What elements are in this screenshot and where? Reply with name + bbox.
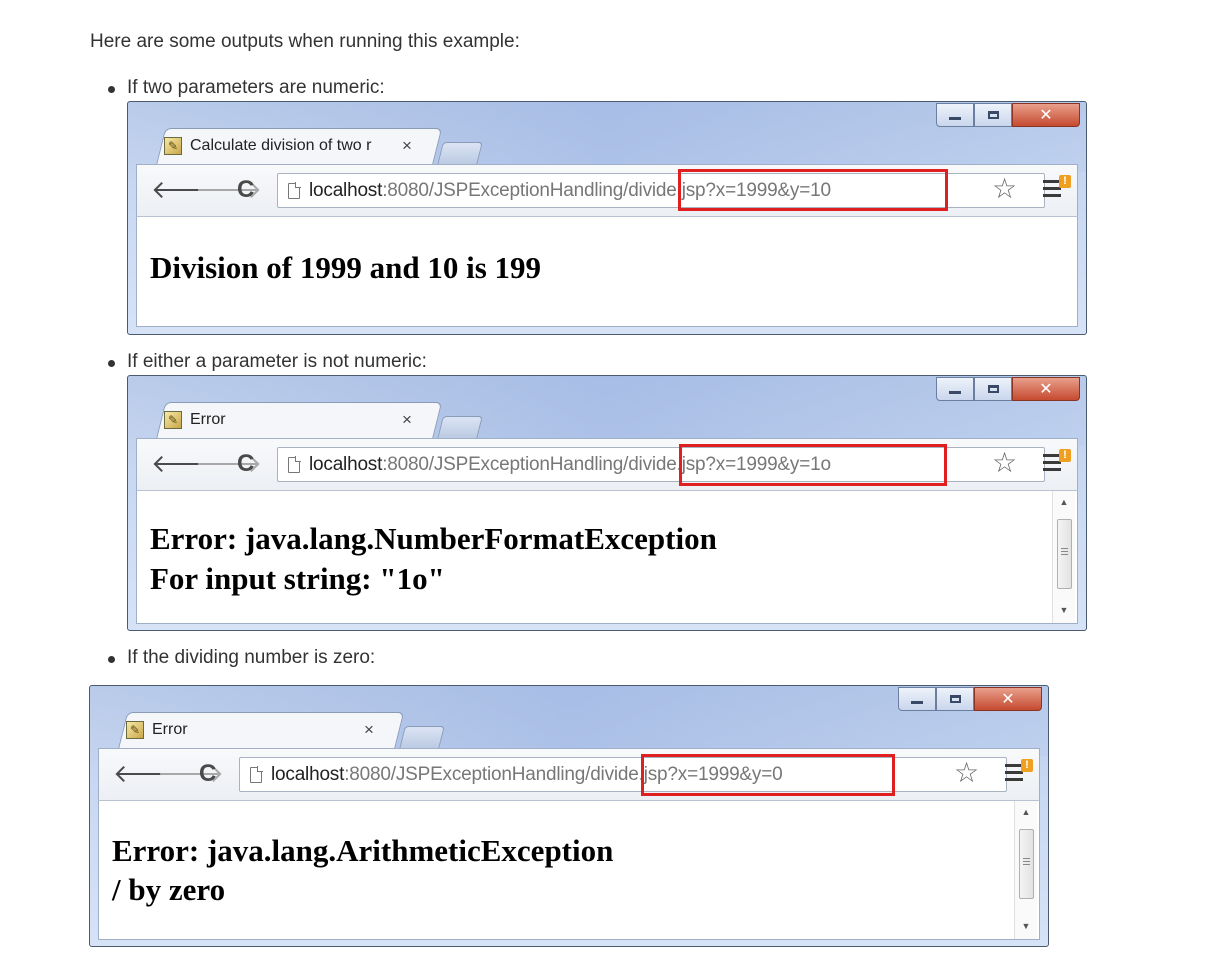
- page-icon: [288, 455, 301, 473]
- browser-window: ✕ ✎ Error × 🡐 🡒 C localhost:8080/JSPExce…: [127, 375, 1087, 631]
- browser-window: ✕ ✎ Calculate division of two r × 🡐 🡒 C …: [127, 101, 1087, 335]
- browser-toolbar: 🡐 🡒 C localhost:8080/JSPExceptionHandlin…: [98, 748, 1040, 801]
- window-close-button[interactable]: ✕: [1012, 103, 1080, 127]
- star-icon[interactable]: ☆: [992, 448, 1017, 478]
- warning-badge-icon: !: [1059, 175, 1071, 188]
- browser-toolbar: 🡐 🡒 C localhost:8080/JSPExceptionHandlin…: [136, 438, 1078, 491]
- warning-badge-icon: !: [1021, 759, 1033, 772]
- page-icon: [250, 765, 263, 783]
- window-controls: ✕: [936, 103, 1080, 127]
- bullet-item: If either a parameter is not numeric:: [108, 351, 427, 373]
- new-tab-button[interactable]: [437, 142, 483, 165]
- page-icon: [288, 181, 301, 199]
- reload-icon[interactable]: C: [237, 175, 254, 205]
- new-tab-button[interactable]: [399, 726, 445, 749]
- window-controls: ✕: [936, 377, 1080, 401]
- tab-close-icon[interactable]: ×: [360, 720, 378, 740]
- tab-content: ✎ Calculate division of two r ×: [154, 128, 416, 164]
- page-content: Error: java.lang.ArithmeticException / b…: [98, 801, 1040, 940]
- browser-window: ✕ ✎ Error × 🡐 🡒 C localhost:8080/JSPExce…: [89, 685, 1049, 947]
- star-icon[interactable]: ☆: [992, 174, 1017, 204]
- minimize-button[interactable]: [898, 687, 936, 711]
- bullet-item: If the dividing number is zero:: [108, 647, 375, 669]
- bullet-dot: [108, 656, 115, 663]
- tab-close-icon[interactable]: ×: [398, 136, 416, 156]
- scrollbar-thumb[interactable]: [1019, 829, 1034, 899]
- maximize-button[interactable]: [974, 377, 1012, 401]
- tab-title: Error: [190, 411, 226, 428]
- content-line: For input string: "1o": [150, 561, 445, 596]
- content-line: Error: java.lang.NumberFormatException: [150, 521, 717, 556]
- bullet-text: If two parameters are numeric:: [127, 77, 385, 98]
- favicon-icon: ✎: [164, 137, 182, 155]
- scroll-down-icon[interactable]: ▼: [1053, 605, 1075, 615]
- maximize-button[interactable]: [936, 687, 974, 711]
- maximize-icon: [987, 385, 999, 393]
- bullet-text: If either a parameter is not numeric:: [127, 351, 427, 372]
- vertical-scrollbar[interactable]: ▲ ▼: [1052, 491, 1075, 623]
- content-line: Division of 1999 and 10 is 199: [150, 250, 542, 285]
- bullet-text: If the dividing number is zero:: [127, 647, 376, 668]
- intro-text: Here are some outputs when running this …: [90, 31, 520, 52]
- window-controls: ✕: [898, 687, 1042, 711]
- new-tab-button[interactable]: [437, 416, 483, 439]
- highlight-box: [678, 169, 948, 211]
- window-close-button[interactable]: ✕: [974, 687, 1042, 711]
- minimize-button[interactable]: [936, 103, 974, 127]
- page-content: Error: java.lang.NumberFormatException F…: [136, 491, 1078, 624]
- maximize-button[interactable]: [974, 103, 1012, 127]
- highlight-box: [679, 444, 947, 486]
- minimize-icon: [949, 116, 961, 120]
- scroll-down-icon[interactable]: ▼: [1015, 921, 1037, 931]
- favicon-icon: ✎: [164, 411, 182, 429]
- maximize-icon: [949, 695, 961, 703]
- scroll-up-icon[interactable]: ▲: [1053, 497, 1075, 507]
- tab-title: Error: [152, 721, 188, 738]
- vertical-scrollbar[interactable]: ▲ ▼: [1014, 801, 1037, 939]
- bullet-dot: [108, 86, 115, 93]
- tab-content: ✎ Error ×: [116, 712, 378, 748]
- highlight-box: [641, 754, 895, 796]
- scroll-up-icon[interactable]: ▲: [1015, 807, 1037, 817]
- reload-icon[interactable]: C: [237, 449, 254, 479]
- url-host: localhost: [309, 453, 383, 475]
- reload-icon[interactable]: C: [199, 759, 216, 789]
- minimize-button[interactable]: [936, 377, 974, 401]
- minimize-icon: [911, 700, 923, 704]
- url-host: localhost: [271, 763, 345, 785]
- tab-title: Calculate division of two r: [190, 137, 372, 154]
- tab-content: ✎ Error ×: [154, 402, 416, 438]
- tab-close-icon[interactable]: ×: [398, 410, 416, 430]
- star-icon[interactable]: ☆: [954, 758, 979, 788]
- url-host: localhost: [309, 179, 383, 201]
- content-line: / by zero: [112, 872, 226, 907]
- maximize-icon: [987, 111, 999, 119]
- browser-toolbar: 🡐 🡒 C localhost:8080/JSPExceptionHandlin…: [136, 164, 1078, 217]
- scrollbar-thumb[interactable]: [1057, 519, 1072, 589]
- favicon-icon: ✎: [126, 721, 144, 739]
- window-close-button[interactable]: ✕: [1012, 377, 1080, 401]
- page-content: Division of 1999 and 10 is 199: [136, 217, 1078, 327]
- content-line: Error: java.lang.ArithmeticException: [112, 833, 614, 868]
- warning-badge-icon: !: [1059, 449, 1071, 462]
- bullet-dot: [108, 360, 115, 367]
- bullet-item: If two parameters are numeric:: [108, 77, 385, 99]
- minimize-icon: [949, 390, 961, 394]
